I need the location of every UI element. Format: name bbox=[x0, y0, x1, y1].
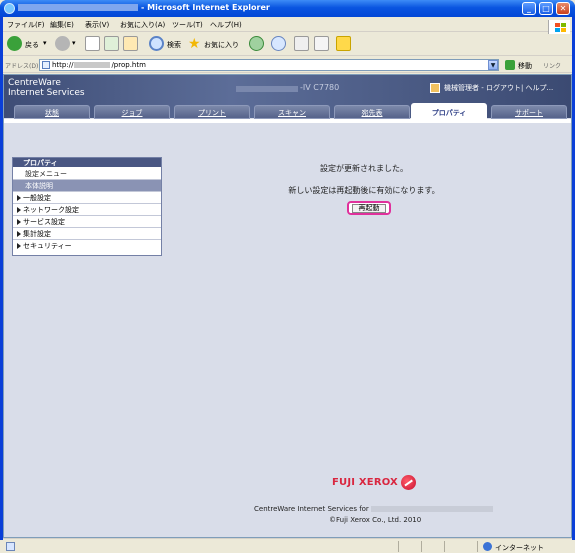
reboot-button-highlight: 再起動 bbox=[347, 201, 391, 215]
address-input[interactable]: http:// /prop.htm bbox=[39, 59, 499, 71]
tab-scan[interactable]: スキャン bbox=[254, 105, 330, 119]
tab-print[interactable]: プリント bbox=[174, 105, 250, 119]
reboot-button[interactable]: 再起動 bbox=[352, 204, 386, 213]
browser-frame: ファイル(F) 編集(E) 表示(V) お気に入り(A) ツール(T) ヘルプ(… bbox=[3, 17, 572, 553]
back-button-label[interactable]: 戻る bbox=[25, 40, 39, 50]
minimize-icon[interactable]: _ bbox=[522, 2, 536, 15]
sidebar-header: プロパティ bbox=[13, 158, 161, 168]
main-tabs: 状態 ジョブ プリント スキャン 宛先表 プロパティ サポート bbox=[4, 103, 571, 123]
go-arrow-icon[interactable] bbox=[505, 60, 515, 70]
sidebar-item-description[interactable]: 本体説明 bbox=[13, 180, 161, 192]
refresh-icon[interactable] bbox=[104, 36, 119, 51]
tab-properties[interactable]: プロパティ bbox=[411, 103, 487, 123]
redacted-title-area bbox=[18, 4, 138, 11]
stop-icon[interactable] bbox=[85, 36, 100, 51]
go-button-label[interactable]: 移動 bbox=[518, 61, 532, 71]
status-divider bbox=[398, 541, 399, 552]
maximize-icon[interactable]: □ bbox=[539, 2, 553, 15]
footer-product: CentreWare Internet Services for bbox=[254, 505, 493, 513]
update-message: 設定が更新されました。 bbox=[320, 164, 408, 173]
menu-edit[interactable]: 編集(E) bbox=[50, 20, 74, 30]
internet-globe-icon bbox=[483, 542, 492, 551]
menu-view[interactable]: 表示(V) bbox=[85, 20, 109, 30]
menu-file[interactable]: ファイル(F) bbox=[7, 20, 45, 30]
sidebar-item-services[interactable]: サービス設定 bbox=[13, 216, 161, 228]
expand-arrow-icon bbox=[17, 207, 21, 213]
sidebar-item-security[interactable]: セキュリティー bbox=[13, 240, 161, 252]
redacted-model bbox=[236, 86, 298, 92]
close-icon[interactable]: ✕ bbox=[556, 2, 570, 15]
status-bar: インターネット bbox=[3, 538, 572, 553]
expand-arrow-icon bbox=[17, 231, 21, 237]
properties-sidebar: プロパティ 設定メニュー 本体説明 一般設定 ネットワーク設定 サービス設定 集… bbox=[12, 157, 162, 256]
tab-status[interactable]: 状態 bbox=[14, 105, 90, 119]
sidebar-item-settings-menu[interactable]: 設定メニュー bbox=[13, 168, 161, 180]
expand-arrow-icon bbox=[17, 219, 21, 225]
device-model: -IV C7780 bbox=[300, 83, 340, 92]
redacted-host bbox=[74, 62, 111, 68]
url-prefix: http:// bbox=[52, 61, 74, 69]
footer-copyright: ©Fuji Xerox Co., Ltd. 2010 bbox=[329, 516, 422, 524]
tab-jobs[interactable]: ジョブ bbox=[94, 105, 170, 119]
print-icon[interactable] bbox=[294, 36, 309, 51]
sidebar-item-network[interactable]: ネットワーク設定 bbox=[13, 204, 161, 216]
forward-dropdown-icon[interactable]: ▾ bbox=[72, 39, 76, 47]
history-icon[interactable] bbox=[249, 36, 264, 51]
back-dropdown-icon[interactable]: ▾ bbox=[43, 39, 47, 47]
reboot-notice: 新しい設定は再起動後に有効になります。 bbox=[288, 186, 440, 195]
security-zone: インターネット bbox=[495, 544, 544, 552]
menu-tools[interactable]: ツール(T) bbox=[172, 20, 203, 30]
fuji-xerox-logo: FUJI XEROX bbox=[332, 475, 416, 490]
search-button-label[interactable]: 検索 bbox=[167, 40, 181, 50]
sidebar-item-accounting[interactable]: 集計設定 bbox=[13, 228, 161, 240]
tab-support[interactable]: サポート bbox=[491, 105, 567, 119]
favorites-star-icon[interactable]: ★ bbox=[188, 36, 201, 52]
page-viewport: CentreWare Internet Services -IV C7780 機… bbox=[3, 74, 572, 538]
search-icon[interactable] bbox=[149, 36, 164, 51]
toolbar: 戻る ▾ ▾ 検索 ★ お気に入り bbox=[3, 32, 572, 56]
address-bar: アドレス(D) http:// /prop.htm ▼ 移動 リンク bbox=[3, 57, 572, 73]
messenger-icon[interactable] bbox=[336, 36, 351, 51]
ie-logo-icon bbox=[4, 3, 15, 14]
status-divider bbox=[421, 541, 422, 552]
url-suffix: /prop.htm bbox=[111, 61, 146, 69]
back-arrow-icon[interactable] bbox=[7, 36, 22, 51]
user-logout-help[interactable]: 機械管理者 - ログアウト| ヘルプ... bbox=[444, 83, 553, 93]
edit-icon[interactable] bbox=[314, 36, 329, 51]
page-icon bbox=[42, 61, 50, 69]
menu-help[interactable]: ヘルプ(H) bbox=[210, 20, 242, 30]
admin-user-icon bbox=[430, 83, 440, 93]
address-dropdown-icon[interactable]: ▼ bbox=[488, 60, 498, 70]
page-done-icon bbox=[6, 542, 15, 551]
app-brand: CentreWare Internet Services bbox=[8, 78, 85, 98]
forward-arrow-icon[interactable] bbox=[55, 36, 70, 51]
xerox-sphere-icon bbox=[400, 475, 416, 490]
sidebar-item-general[interactable]: 一般設定 bbox=[13, 192, 161, 204]
tab-address-book[interactable]: 宛先表 bbox=[334, 105, 410, 119]
redacted-product-name bbox=[370, 506, 493, 512]
home-icon[interactable] bbox=[123, 36, 138, 51]
title-bar[interactable]: - Microsoft Internet Explorer _ □ ✕ bbox=[0, 0, 575, 17]
status-divider bbox=[477, 541, 478, 552]
address-label: アドレス(D) bbox=[5, 63, 39, 70]
favorites-button-label[interactable]: お気に入り bbox=[204, 40, 239, 50]
mail-icon[interactable] bbox=[271, 36, 286, 51]
menu-favorites[interactable]: お気に入り(A) bbox=[120, 20, 165, 30]
window-title: - Microsoft Internet Explorer bbox=[18, 3, 270, 12]
links-label[interactable]: リンク bbox=[543, 61, 561, 70]
browser-window: - Microsoft Internet Explorer _ □ ✕ ファイル… bbox=[0, 0, 575, 553]
expand-arrow-icon bbox=[17, 195, 21, 201]
menu-bar: ファイル(F) 編集(E) 表示(V) お気に入り(A) ツール(T) ヘルプ(… bbox=[3, 17, 572, 34]
expand-arrow-icon bbox=[17, 243, 21, 249]
status-divider bbox=[444, 541, 445, 552]
